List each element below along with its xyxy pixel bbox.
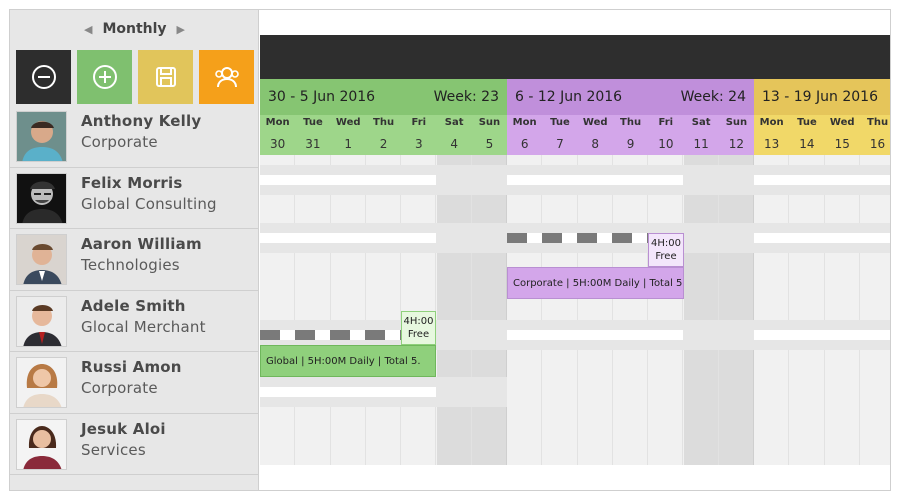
week-range: 13 - 19 Jun 2016 [762, 89, 878, 105]
free-hours: 4H:00 [651, 238, 681, 249]
period-label[interactable]: Monthly [102, 21, 166, 37]
resource-company: Glocal Merchant [81, 317, 206, 336]
date-label: 2 [379, 137, 388, 151]
week-number: Week: 23 [433, 89, 499, 105]
minus-circle-icon [31, 65, 56, 89]
toolbar [16, 50, 254, 104]
resource-company: Global Consulting [81, 194, 217, 213]
avatar [16, 172, 67, 224]
scheduler-frame: ◀ Monthly ▶ Anthony Kelly Corporate Feli… [9, 9, 891, 491]
resource-company: Services [81, 440, 146, 459]
resource-name: Adele Smith [81, 296, 186, 315]
avatar [16, 418, 67, 470]
day-label: Tue [797, 117, 817, 128]
day-label: Thu [620, 117, 642, 128]
resource-row[interactable]: Jesuk Aloi Services [10, 414, 259, 475]
free-slot[interactable]: 4H:00 Free [401, 311, 436, 345]
day-label: Wed [335, 117, 361, 128]
resource-company: Corporate [81, 133, 158, 151]
resource-company: Technologies [81, 256, 180, 274]
resource-row[interactable]: Russi Amon Corporate [10, 352, 259, 414]
users-icon [214, 67, 239, 88]
date-label: 3 [415, 137, 423, 151]
resource-row[interactable]: Aaron William Technologies [10, 229, 259, 291]
save-button[interactable] [138, 50, 193, 104]
date-label: 31 [305, 137, 321, 151]
week-header: 13 - 19 Jun 2016 [754, 79, 890, 115]
date-label: 7 [556, 137, 564, 151]
availability-bar [507, 233, 648, 243]
date-label: 9 [626, 137, 635, 151]
date-label: 16 [869, 137, 886, 151]
day-label: Tue [303, 117, 323, 128]
date-label: 13 [764, 137, 780, 151]
resource-name: Anthony Kelly [81, 112, 202, 130]
resource-company: Corporate [81, 379, 158, 397]
day-label: Wed [582, 117, 608, 128]
date-label: 14 [799, 137, 815, 151]
day-label: Sun [478, 117, 501, 128]
free-slot[interactable]: 4H:00 Free [648, 233, 684, 267]
day-label: Thu [867, 117, 889, 128]
task-bar[interactable]: Global | 5H:00M Daily | Total 5. [260, 345, 436, 377]
floppy-disk-icon [155, 67, 176, 87]
date-label: 8 [591, 137, 600, 151]
week-range: 30 - 5 Jun 2016 [268, 89, 376, 105]
resource-panel: ◀ Monthly ▶ Anthony Kelly Corporate Feli… [10, 10, 259, 490]
resource-list: Anthony Kelly Corporate Felix Morris Glo… [10, 106, 259, 475]
zoom-out-button[interactable] [16, 50, 71, 104]
resource-name: Felix Morris [81, 173, 183, 192]
date-label: 4 [450, 137, 458, 151]
week-header: 30 - 5 Jun 2016 Week: 23 [260, 79, 507, 115]
day-label: Sat [444, 117, 464, 128]
avatar [16, 234, 67, 285]
week-number: Week: 24 [680, 89, 746, 105]
day-label: Mon [265, 117, 290, 128]
timeline: 30 - 5 Jun 2016 Week: 23 6 - 12 Jun 2016… [260, 10, 890, 490]
resource-row[interactable]: Felix Morris Global Consulting [10, 168, 259, 229]
timeline-top-bar [260, 35, 890, 79]
resource-row[interactable]: Anthony Kelly Corporate [10, 106, 259, 168]
date-label: 30 [270, 137, 286, 151]
day-label: Mon [512, 117, 537, 128]
day-label: Thu [373, 117, 395, 128]
period-selector: ◀ Monthly ▶ [10, 10, 259, 48]
day-label: Wed [829, 117, 855, 128]
availability-bar [260, 330, 401, 340]
date-label: 12 [728, 137, 745, 151]
avatar [16, 111, 67, 162]
date-label: 6 [520, 137, 529, 151]
free-label: Free [655, 251, 677, 262]
day-label: Sat [691, 117, 711, 128]
day-label: Fri [658, 117, 674, 128]
resource-name: Jesuk Aloi [81, 419, 166, 438]
date-label: 5 [485, 137, 494, 151]
day-label: Tue [550, 117, 570, 128]
day-label: Fri [411, 117, 427, 128]
resource-name: Russi Amon [81, 358, 182, 376]
zoom-in-button[interactable] [77, 50, 132, 104]
resource-row[interactable]: Adele Smith Glocal Merchant [10, 291, 259, 352]
schedule-grid[interactable]: 4H:00 Free Corporate | 5H:00M Daily | To… [260, 155, 890, 465]
date-label: 1 [344, 137, 353, 151]
task-label: Corporate | 5H:00M Daily | Total 5. [513, 277, 684, 289]
day-label: Sun [725, 117, 748, 128]
resource-name: Aaron William [81, 235, 202, 253]
task-label: Global | 5H:00M Daily | Total 5. [266, 355, 421, 367]
free-hours: 4H:00 [403, 316, 434, 327]
free-label: Free [407, 329, 430, 340]
date-label: 11 [693, 137, 709, 151]
day-label: Mon [759, 117, 784, 128]
avatar [16, 295, 67, 347]
arrow-right-icon[interactable]: ▶ [177, 23, 185, 36]
week-header: 6 - 12 Jun 2016 Week: 24 [507, 79, 754, 115]
arrow-left-icon[interactable]: ◀ [84, 23, 92, 36]
date-label: 15 [834, 137, 850, 151]
users-button[interactable] [199, 50, 254, 104]
task-bar[interactable]: Corporate | 5H:00M Daily | Total 5. [507, 267, 684, 299]
avatar [16, 357, 67, 408]
week-range: 6 - 12 Jun 2016 [515, 89, 623, 105]
date-label: 10 [658, 137, 674, 151]
plus-circle-icon [92, 65, 117, 89]
